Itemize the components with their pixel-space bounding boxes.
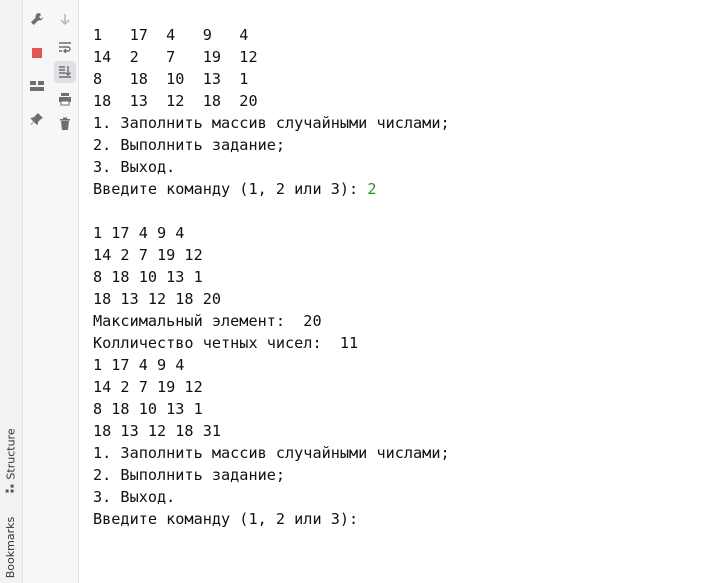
pin-icon[interactable] <box>26 108 48 130</box>
console-line-text: 8 18 10 13 1 <box>93 70 249 88</box>
console-line: 8 18 10 13 1 <box>93 68 712 90</box>
console-line-text: 2. Выполнить задание; <box>93 466 286 484</box>
console-line-text: 18 13 12 18 20 <box>93 290 222 308</box>
structure-label: Structure <box>4 427 18 480</box>
console-line-text: 2. Выполнить задание; <box>93 136 286 154</box>
console-line: 8 18 10 13 1 <box>93 266 712 288</box>
console-line: 1 17 4 9 4 <box>93 24 712 46</box>
console-line: 1 17 4 9 4 <box>93 222 712 244</box>
run-console-output[interactable]: 1 17 4 9 4 14 2 7 19 12 8 18 10 13 1 18 13 … <box>93 24 712 583</box>
scroll-to-end-icon[interactable] <box>54 61 76 83</box>
console-line-text: 1 17 4 9 4 <box>93 224 185 242</box>
console-line-text: 18 13 12 18 20 <box>93 92 258 110</box>
console-line-text: Введите команду (1, 2 или 3): <box>93 180 368 198</box>
console-line: Максимальный элемент: 20 <box>93 310 712 332</box>
console-line-text: 18 13 12 18 31 <box>93 422 222 440</box>
console-line-text: 14 2 7 19 12 <box>93 246 203 264</box>
console-line: Введите команду (1, 2 или 3): <box>93 508 712 530</box>
structure-tab[interactable]: Structure <box>0 425 22 495</box>
trash-icon[interactable] <box>54 113 76 135</box>
console-line-text: Максимальный элемент: 20 <box>93 312 322 330</box>
print-icon[interactable] <box>54 88 76 110</box>
console-line-text: 8 18 10 13 1 <box>93 400 203 418</box>
console-line-text: 1. Заполнить массив случайными числами; <box>93 444 450 462</box>
console-line-text: 3. Выход. <box>93 488 176 506</box>
bookmarks-label: Bookmarks <box>4 516 18 578</box>
console-line: 18 13 12 18 20 <box>93 90 712 112</box>
console-line: 14 2 7 19 12 <box>93 46 712 68</box>
console-line: 14 2 7 19 12 <box>93 376 712 398</box>
console-line: 3. Выход. <box>93 156 712 178</box>
user-input-text: 2 <box>367 180 377 198</box>
console-line: 1 17 4 9 4 <box>93 354 712 376</box>
left-tool-window-bar: Structure Bookmarks <box>0 0 23 583</box>
console-line: 14 2 7 19 12 <box>93 244 712 266</box>
console-line-text: 14 2 7 19 12 <box>93 48 258 66</box>
layout-icon[interactable] <box>26 75 48 97</box>
console-line: 3. Выход. <box>93 486 712 508</box>
bookmarks-tab[interactable]: Bookmarks <box>0 512 22 582</box>
console-line: 2. Выполнить задание; <box>93 134 712 156</box>
console-line-text: 1. Заполнить массив случайными числами; <box>93 114 450 132</box>
console-line-text: 8 18 10 13 1 <box>93 268 203 286</box>
console-line: Колличество четных чисел: 11 <box>93 332 712 354</box>
run-toolbar <box>23 0 79 583</box>
console-line-text: Введите команду (1, 2 или 3): <box>93 510 368 528</box>
console-line-text: 1 17 4 9 4 <box>93 26 249 44</box>
stop-icon[interactable] <box>26 42 48 64</box>
console-line: 2. Выполнить задание; <box>93 464 712 486</box>
console-line: 1. Заполнить массив случайными числами; <box>93 112 712 134</box>
console-line-text: Колличество четных чисел: 11 <box>93 334 359 352</box>
console-line-text: 14 2 7 19 12 <box>93 378 203 396</box>
console-line-text: 3. Выход. <box>93 158 176 176</box>
console-line: 18 13 12 18 20 <box>93 288 712 310</box>
structure-icon <box>5 483 18 493</box>
down-arrow-icon[interactable] <box>54 9 76 31</box>
wrench-icon[interactable] <box>26 8 48 30</box>
console-line: Введите команду (1, 2 или 3): 2 <box>93 178 712 200</box>
console-line: 18 13 12 18 31 <box>93 420 712 442</box>
console-line: 1. Заполнить массив случайными числами; <box>93 442 712 464</box>
soft-wrap-icon[interactable] <box>54 36 76 58</box>
console-line: 8 18 10 13 1 <box>93 398 712 420</box>
console-line-text: 1 17 4 9 4 <box>93 356 185 374</box>
